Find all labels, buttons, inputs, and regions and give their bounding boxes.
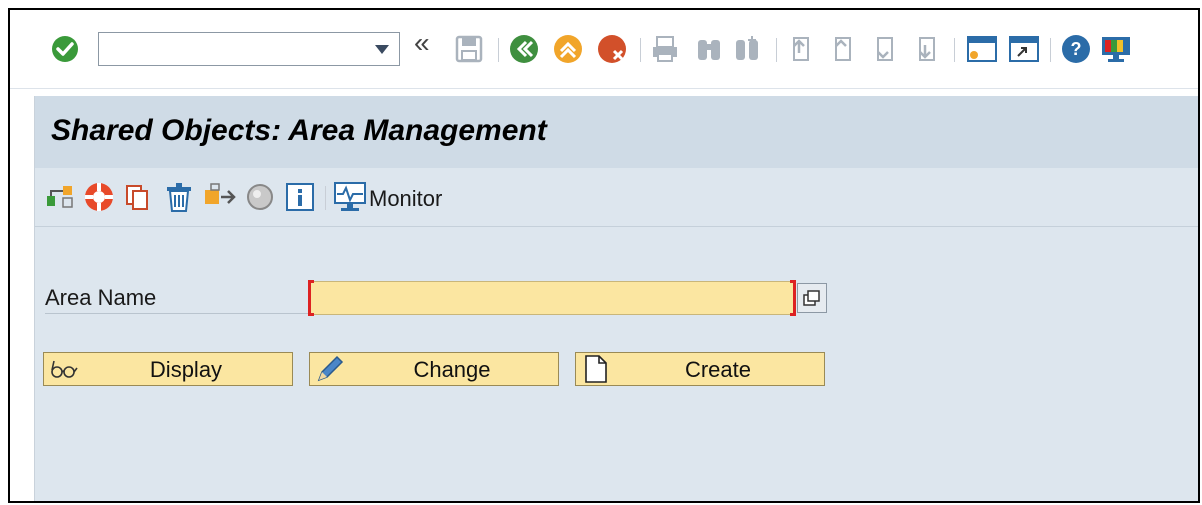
- delete-icon[interactable]: [163, 182, 195, 212]
- monitor-button[interactable]: Monitor: [369, 186, 442, 212]
- command-input[interactable]: [101, 35, 365, 65]
- sap-window: « ? Shared Objects: Area Management Moni…: [8, 8, 1200, 503]
- toolbar-separator: [640, 38, 641, 62]
- change-button-label: Change: [413, 357, 491, 382]
- value-help-button[interactable]: [797, 283, 827, 313]
- transport-icon[interactable]: [203, 182, 237, 212]
- status-light-icon[interactable]: [245, 182, 275, 212]
- svg-text:?: ?: [1071, 39, 1082, 59]
- value-help-icon: [803, 290, 820, 306]
- exit-icon[interactable]: [552, 34, 584, 64]
- change-button[interactable]: Change: [309, 352, 559, 386]
- title-bar: Shared Objects: Area Management: [35, 96, 1198, 169]
- create-button-label: Create: [684, 357, 752, 382]
- display-button-label: Display: [149, 357, 223, 382]
- last-page-icon[interactable]: [912, 34, 942, 64]
- command-field[interactable]: [98, 32, 400, 66]
- toolbar-separator: [776, 38, 777, 62]
- find-next-icon[interactable]: [732, 34, 764, 64]
- copy-icon[interactable]: [123, 182, 153, 212]
- area-name-label: Area Name: [45, 285, 157, 310]
- required-marker-right: [790, 280, 796, 316]
- save-icon[interactable]: [454, 34, 484, 64]
- customize-layout-icon[interactable]: [1100, 34, 1132, 64]
- print-icon[interactable]: [650, 34, 680, 64]
- toolbar-separator: [954, 38, 955, 62]
- page-title: Shared Objects: Area Management: [51, 114, 547, 147]
- pencil-icon: [314, 354, 346, 384]
- info-icon[interactable]: [285, 182, 315, 212]
- monitor-icon[interactable]: [333, 182, 367, 212]
- system-toolbar: « ?: [10, 10, 1198, 89]
- application-toolbar: Monitor: [35, 168, 1198, 227]
- toolbar-separator: [325, 186, 326, 210]
- glasses-icon: [48, 354, 80, 384]
- ok-icon[interactable]: [50, 34, 80, 64]
- command-dropdown-icon[interactable]: [375, 45, 389, 54]
- help-icon[interactable]: ?: [1060, 34, 1092, 64]
- main-content: Area Name Display Change Create: [35, 227, 1198, 501]
- create-session-icon[interactable]: [966, 34, 998, 64]
- lifebuoy-icon[interactable]: [83, 182, 115, 212]
- next-page-icon[interactable]: [870, 34, 900, 64]
- required-marker-left: [308, 280, 314, 316]
- display-button[interactable]: Display: [43, 352, 293, 386]
- toolbar-separator: [498, 38, 499, 62]
- toolbar-separator: [1050, 38, 1051, 62]
- collapse-icon[interactable]: «: [414, 27, 430, 58]
- area-name-input[interactable]: [316, 284, 790, 314]
- generate-shortcut-icon[interactable]: [1008, 34, 1040, 64]
- create-button[interactable]: Create: [575, 352, 825, 386]
- back-icon[interactable]: [508, 34, 540, 64]
- first-page-icon[interactable]: [786, 34, 816, 64]
- hierarchy-icon[interactable]: [45, 182, 75, 212]
- new-document-icon: [580, 354, 612, 384]
- label-underline: [45, 313, 311, 314]
- area-name-field[interactable]: [308, 280, 796, 316]
- find-icon[interactable]: [694, 34, 724, 64]
- previous-page-icon[interactable]: [828, 34, 858, 64]
- cancel-icon[interactable]: [596, 34, 628, 64]
- application-area: Shared Objects: Area Management Monitor …: [34, 96, 1198, 501]
